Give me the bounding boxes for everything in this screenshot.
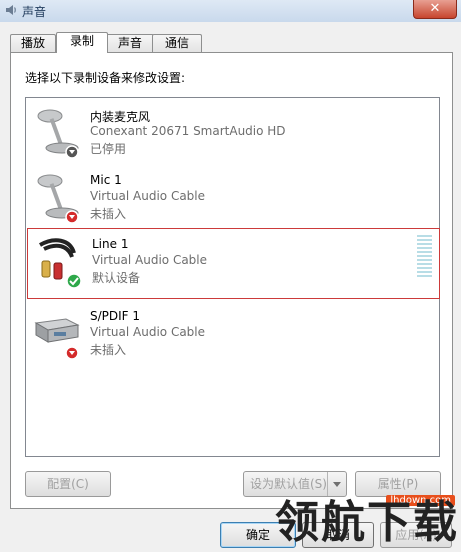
device-status: 已停用 [90, 142, 127, 156]
list-item-mic-1[interactable]: Mic 1 Virtual Audio Cable 未插入 [26, 165, 439, 230]
list-item-builtin-mic[interactable]: 内装麦克风 Conexant 20671 SmartAudio HD 已停用 [26, 100, 439, 165]
tab-communications[interactable]: 通信 [152, 34, 202, 52]
device-status: 默认设备 [92, 271, 141, 285]
device-description: Virtual Audio Cable [90, 325, 206, 339]
device-description: Conexant 20671 SmartAudio HD [90, 124, 286, 138]
device-name: Line 1 [92, 237, 129, 251]
device-name: 内装麦克风 [90, 110, 151, 124]
device-status: 未插入 [90, 207, 127, 221]
speaker-icon [6, 5, 16, 15]
watermark-logo: 领航下载 [275, 497, 459, 548]
configure-button[interactable]: 配置(C) [25, 471, 111, 497]
window-title: 声音 [22, 5, 47, 19]
device-description: Virtual Audio Cable [90, 189, 206, 203]
level-meter [417, 235, 432, 279]
sound-dialog: 播放 录制 声音 通信 选择以下录制设备来修改设置: 内装麦克风 Conexan… [0, 22, 461, 552]
default-green-check-badge [66, 273, 82, 289]
list-item-spdif-1[interactable]: S/PDIF 1 Virtual Audio Cable 未插入 [26, 301, 439, 366]
close-button[interactable]: ✕ [413, 0, 457, 19]
tab-playback[interactable]: 播放 [10, 34, 56, 52]
microphone-icon [37, 109, 79, 159]
recording-panel: 选择以下录制设备来修改设置: 内装麦克风 Conexant 20671 Smar… [10, 52, 453, 509]
instruction-text: 选择以下录制设备来修改设置: [25, 71, 186, 85]
tab-recording[interactable]: 录制 [56, 32, 108, 53]
device-description: Virtual Audio Cable [92, 253, 208, 267]
device-list[interactable]: 内装麦克风 Conexant 20671 SmartAudio HD 已停用 M… [25, 97, 440, 457]
microphone-icon [37, 174, 79, 224]
device-status: 未插入 [90, 343, 127, 357]
rca-cable-icon [39, 238, 82, 289]
device-name: Mic 1 [90, 173, 122, 187]
list-item-line-1[interactable]: Line 1 Virtual Audio Cable 默认设备 [27, 228, 440, 299]
tab-sounds[interactable]: 声音 [106, 34, 154, 52]
title-bar: 声音 ✕ [0, 0, 461, 23]
spdif-device-icon [34, 318, 80, 360]
device-name: S/PDIF 1 [90, 309, 141, 323]
